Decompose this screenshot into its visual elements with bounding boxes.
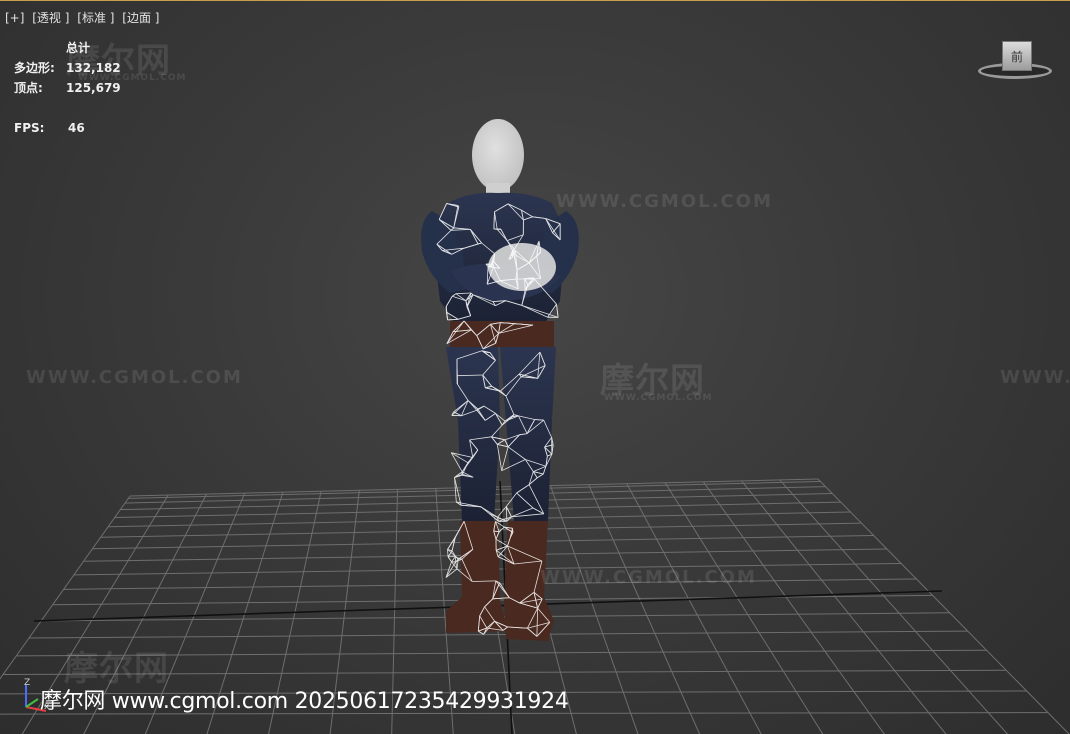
grid-line <box>626 483 762 734</box>
viewport-display-menu[interactable]: [边面 ] <box>122 11 159 25</box>
viewcube-icon[interactable]: 前 <box>976 39 1056 89</box>
stats-polygons-label: 多边形: <box>14 61 55 75</box>
wireframe-edge <box>448 556 456 558</box>
viewport-plus-menu[interactable]: [+] <box>5 11 24 25</box>
wireframe-edge <box>447 556 452 563</box>
grid-line <box>664 482 824 734</box>
perspective-viewport[interactable]: [+] [透视 ] [标准 ] [边面 ] 摩尔网 WWW.CGMOL.COM … <box>0 0 1070 734</box>
wireframe-edge <box>501 446 509 471</box>
footer-caption: 摩尔网 www.cgmol.com 20250617235429931924 <box>40 689 569 714</box>
wireframe-edge <box>451 556 456 563</box>
viewport-scene <box>0 119 1070 734</box>
grid-line <box>741 480 947 734</box>
viewport-view-menu[interactable]: [透视 ] <box>32 11 69 25</box>
stats-polygons-value: 132,182 <box>66 61 121 75</box>
character-head <box>472 119 524 191</box>
viewport-shading-menu[interactable]: [标准 ] <box>77 11 114 25</box>
wireframe-edge <box>556 304 559 318</box>
stats-vertices-value: 125,679 <box>66 81 121 95</box>
stats-fps-label: FPS: <box>14 121 45 135</box>
wireframe-edge <box>496 444 503 471</box>
wireframe-edge <box>515 278 541 280</box>
viewcube-front-face[interactable]: 前 <box>1002 41 1032 71</box>
character-belt <box>450 321 554 347</box>
wireframe-edge <box>497 444 509 448</box>
grid-line <box>588 484 701 734</box>
grid-line <box>817 478 1070 734</box>
stats-vertices-label: 顶点: <box>14 81 43 95</box>
character-model <box>421 119 579 641</box>
stats-fps-value: 46 <box>68 121 85 135</box>
grid-line <box>779 479 1009 734</box>
viewport-label-menu: [+] [透视 ] [标准 ] [边面 ] <box>5 9 163 26</box>
wireframe-edge <box>505 506 512 517</box>
stats-total-label: 总计 <box>66 41 91 55</box>
axis-z-label: Z <box>24 678 30 688</box>
